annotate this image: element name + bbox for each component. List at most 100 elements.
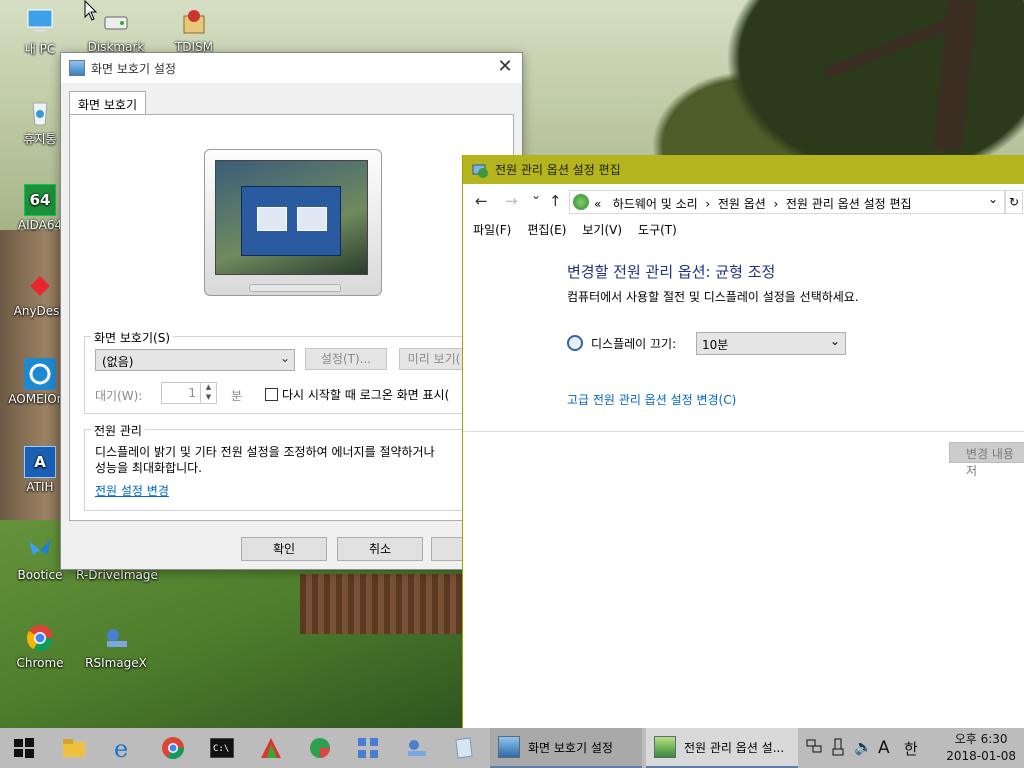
screensaver-selected-value: (없음): [102, 355, 134, 369]
task-label: 전원 관리 옵션 설...: [684, 740, 785, 755]
breadcrumb-hardware-sound[interactable]: 하드웨어 및 소리: [613, 197, 698, 211]
system-clock[interactable]: 오후 6:30 2018-01-08: [946, 731, 1016, 765]
monitor-stand: [249, 284, 341, 292]
menu-edit[interactable]: 편집(E): [527, 221, 566, 238]
preview-screen: [215, 160, 368, 275]
stepper-down-icon[interactable]: ▼: [200, 393, 216, 403]
screensaver-title: 화면 보호기 설정: [91, 61, 176, 76]
volume-icon[interactable]: 🔊: [854, 738, 873, 756]
cancel-button[interactable]: 취소: [337, 537, 423, 561]
wait-unit: 분: [231, 389, 243, 403]
screensaver-select[interactable]: (없음) ⌄: [95, 349, 295, 371]
up-arrow-icon[interactable]: ↑: [549, 192, 562, 210]
display-off-label: 디스플레이 끄기:: [591, 337, 677, 351]
taskbar-task-screensaver[interactable]: 화면 보호기 설정: [490, 728, 642, 768]
preview-button[interactable]: 미리 보기(: [399, 348, 469, 370]
network-icon[interactable]: [806, 738, 822, 758]
ime-language-indicator[interactable]: 한: [904, 738, 918, 759]
desktop-icon-label: R-DriveImage: [76, 568, 158, 582]
recycle-bin-icon: [24, 96, 56, 128]
tab-screensaver[interactable]: 화면 보호기: [69, 91, 147, 115]
wallpaper-deck: [300, 574, 465, 634]
clock-time: 오후 6:30: [954, 732, 1008, 746]
chrome-icon: [24, 622, 56, 654]
mouse-cursor-icon: [84, 0, 98, 21]
power-description-line: 성능을 최대화합니다.: [95, 461, 202, 475]
taskbar-task-power[interactable]: 전원 관리 옵션 설...: [646, 728, 798, 768]
rsimagex-taskbar-icon[interactable]: [400, 732, 432, 764]
start-button[interactable]: [8, 732, 40, 764]
menu-bar: 파일(F) 편집(E) 보기(V) 도구(T): [473, 221, 677, 238]
forward-arrow-icon[interactable]: →: [505, 192, 518, 210]
desktop-icon-tdism[interactable]: TDISM: [156, 6, 232, 54]
refresh-icon[interactable]: ↻: [1005, 190, 1023, 214]
file-explorer-icon[interactable]: [58, 732, 90, 764]
power-description: 디스플레이 밝기 및 기타 전원 설정을 조정하여 에너지를 절약하거나 성능을…: [95, 444, 470, 476]
resume-logon-checkbox[interactable]: [265, 388, 278, 401]
internet-explorer-icon[interactable]: e: [108, 732, 140, 764]
recent-locations-icon[interactable]: ⌄: [531, 188, 541, 202]
media-icon[interactable]: [448, 732, 480, 764]
back-arrow-icon[interactable]: ←: [475, 192, 488, 210]
usb-icon[interactable]: [832, 738, 844, 760]
task-label: 화면 보호기 설정: [528, 740, 613, 755]
clock-icon: [567, 335, 583, 351]
menu-tools[interactable]: 도구(T): [638, 221, 677, 238]
stepper-up-icon[interactable]: ▲: [200, 383, 216, 393]
settings-button[interactable]: 설정(T)...: [305, 348, 387, 370]
power-window-title: 전원 관리 옵션 설정 편집: [495, 163, 621, 177]
power-options-icon: [654, 736, 676, 758]
save-changes-button[interactable]: 변경 내용 저: [949, 442, 1024, 478]
desktop-icon-rsimagex[interactable]: RSImageX: [78, 622, 154, 670]
preview-window: [241, 186, 341, 256]
resume-logon-label[interactable]: 다시 시작할 때 로그온 화면 표시(: [282, 386, 449, 403]
address-bar[interactable]: « 하드웨어 및 소리 › 전원 옵션 › 전원 관리 옵션 설정 편집 ⌄: [569, 190, 1005, 214]
monitor-icon: [69, 60, 85, 76]
computer-icon: [24, 6, 56, 38]
ok-button[interactable]: 확인: [241, 537, 327, 561]
close-icon[interactable]: ✕: [492, 56, 518, 80]
chrome-taskbar-icon[interactable]: [157, 732, 189, 764]
chevron-down-icon: ⌄: [829, 334, 840, 348]
chevron-down-icon: ⌄: [279, 351, 290, 365]
breadcrumb-edit-plan[interactable]: 전원 관리 옵션 설정 편집: [786, 197, 912, 211]
desktop-icon-chrome[interactable]: Chrome: [2, 622, 78, 670]
breadcrumb-power-options[interactable]: 전원 옵션: [718, 197, 766, 211]
clock-date: 2018-01-08: [946, 749, 1016, 763]
desktop-icon-label: AIDA64: [17, 218, 63, 232]
aida64-icon: 64: [24, 184, 56, 216]
screensaver-titlebar[interactable]: 화면 보호기 설정: [61, 53, 522, 83]
acronis-icon: A: [24, 446, 56, 478]
advanced-settings-link[interactable]: 고급 전원 관리 옵션 설정 변경(C): [567, 391, 736, 408]
windows-logo-icon: [14, 738, 34, 758]
display-off-select[interactable]: 10분 ⌄: [696, 332, 846, 355]
app-icon[interactable]: [255, 732, 287, 764]
display-off-value: 10분: [702, 338, 729, 352]
partition-tool-icon[interactable]: [304, 732, 336, 764]
ime-mode-indicator[interactable]: A: [878, 738, 890, 758]
power-description-line: 디스플레이 밝기 및 기타 전원 설정을 조정하여 에너지를 절약하거나: [95, 445, 435, 459]
screensaver-dialog: 화면 보호기 설정 ✕ 화면 보호기 화면 보호기(S) (없음) ⌄ 설정(T…: [60, 52, 523, 570]
navigation-bar: ← → ⌄ ↑ « 하드웨어 및 소리 › 전원 옵션 › 전원 관리 옵션 설…: [463, 188, 1024, 216]
power-titlebar[interactable]: 전원 관리 옵션 설정 편집: [463, 155, 1024, 184]
power-group-legend: 전원 관리: [91, 422, 145, 439]
menu-file[interactable]: 파일(F): [473, 221, 511, 238]
desktop-icon-this-pc[interactable]: 내 PC: [2, 6, 78, 57]
control-panel-icon: [573, 194, 589, 210]
preview-button: [297, 207, 327, 231]
breadcrumb-separator: ›: [773, 197, 779, 211]
breadcrumb-separator: ›: [705, 197, 711, 211]
svg-text:C:\: C:\: [213, 744, 229, 754]
wait-stepper[interactable]: 1 ▲ ▼: [161, 382, 217, 404]
power-options-window: 전원 관리 옵션 설정 편집 ← → ⌄ ↑ « 하드웨어 및 소리 › 전원 …: [462, 155, 1024, 728]
command-prompt-icon[interactable]: C:\: [206, 732, 238, 764]
desktop-icon-label: 휴지통: [23, 132, 57, 146]
change-power-settings-link[interactable]: 전원 설정 변경: [95, 482, 169, 499]
anydesk-icon: [24, 270, 56, 302]
screensaver-group-legend: 화면 보호기(S): [91, 329, 173, 346]
menu-view[interactable]: 보기(V): [582, 221, 622, 238]
address-overflow[interactable]: «: [594, 197, 601, 211]
disk-icon: [100, 6, 132, 38]
network-tool-icon[interactable]: [352, 732, 384, 764]
chevron-down-icon[interactable]: ⌄: [988, 192, 998, 206]
